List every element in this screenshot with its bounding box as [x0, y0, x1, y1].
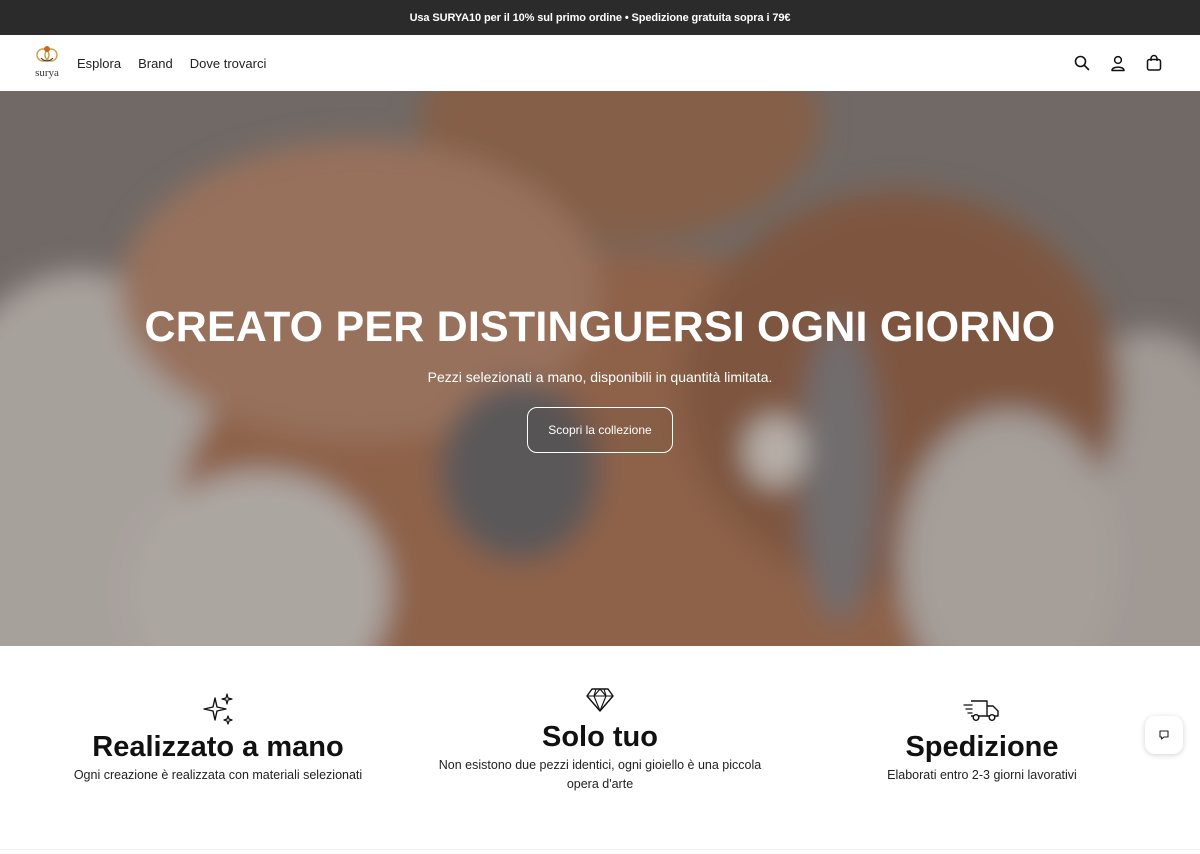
chat-button[interactable]: [1145, 716, 1183, 754]
feature-title: Realizzato a mano: [92, 731, 344, 763]
site-header: surya Esplora Brand Dove trovarci: [0, 35, 1200, 91]
feature-title: Spedizione: [905, 731, 1059, 763]
sparkles-icon: [203, 693, 233, 725]
search-icon[interactable]: [1073, 54, 1091, 72]
discover-collection-button[interactable]: Scopri la collezione: [527, 407, 673, 453]
announcement-text: Usa SURYA10 per il 10% sul primo ordine …: [409, 11, 791, 24]
section-divider: [0, 849, 1200, 850]
nav-link-esplora[interactable]: Esplora: [77, 56, 121, 71]
hero-title: CREATO PER DISTINGUERSI OGNI GIORNO: [144, 303, 1056, 351]
delivery-truck-icon: [963, 700, 999, 722]
cart-icon[interactable]: [1145, 54, 1163, 72]
hero-subtitle: Pezzi selezionati a mano, disponibili in…: [427, 369, 773, 385]
feature-shipping: Spedizione Elaborati entro 2-3 giorni la…: [832, 696, 1132, 785]
header-actions: [1073, 35, 1163, 91]
logo-mark-icon: [36, 46, 58, 62]
feature-description: Elaborati entro 2-3 giorni lavorativi: [887, 767, 1077, 782]
account-icon[interactable]: [1109, 54, 1127, 72]
feature-description: Non esistono due pezzi identici, ogni gi…: [438, 757, 762, 791]
announcement-bar: Usa SURYA10 per il 10% sul primo ordine …: [0, 0, 1200, 35]
nav-link-dove-trovarci[interactable]: Dove trovarci: [190, 56, 267, 71]
diamond-icon: [586, 688, 614, 712]
logo[interactable]: surya: [31, 44, 63, 82]
nav-link-brand[interactable]: Brand: [138, 56, 173, 71]
feature-unique: Solo tuo Non esistono due pezzi identici…: [430, 686, 770, 794]
hero-banner: CREATO PER DISTINGUERSI OGNI GIORNO Pezz…: [0, 91, 1200, 646]
logo-text: surya: [35, 67, 59, 79]
feature-description: Ogni creazione è realizzata con material…: [73, 767, 363, 782]
chat-icon: [1159, 730, 1169, 740]
feature-handmade: Realizzato a mano Ogni creazione è reali…: [68, 692, 368, 785]
features-section: Realizzato a mano Ogni creazione è reali…: [0, 646, 1200, 854]
feature-title: Solo tuo: [542, 721, 658, 753]
main-nav: Esplora Brand Dove trovarci: [77, 35, 266, 91]
